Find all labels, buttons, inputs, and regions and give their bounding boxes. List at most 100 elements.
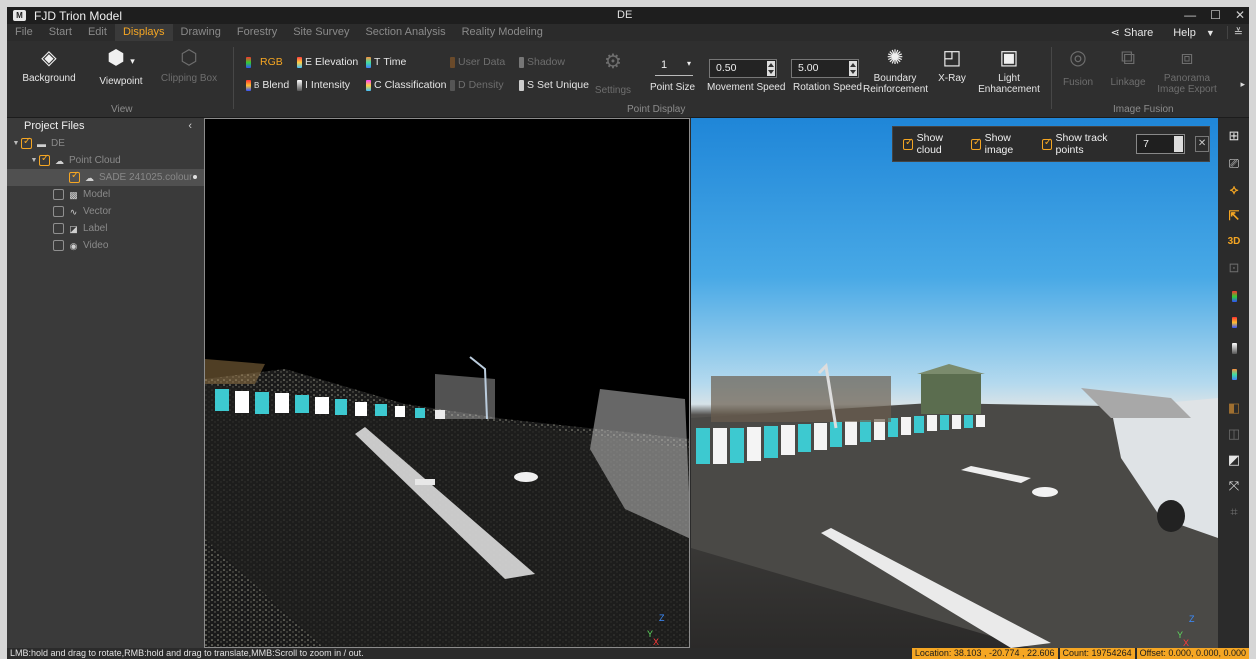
movement-speed-label: Movement Speed — [707, 82, 786, 93]
close-window-button[interactable]: ✕ — [1235, 7, 1245, 24]
menu-displays[interactable]: Displays — [114, 24, 173, 41]
minimize-button[interactable]: — — [1184, 7, 1196, 24]
fusion-button[interactable]: ◎ Fusion — [1059, 47, 1097, 88]
view-3d-button[interactable]: 3D — [1219, 232, 1249, 252]
collapse-panel-icon[interactable]: ‹ — [188, 118, 192, 135]
spin-arrows-icon[interactable] — [849, 61, 857, 76]
share-button[interactable]: ⋖ Share — [1097, 26, 1168, 40]
intensity-bar-icon[interactable] — [1219, 340, 1249, 360]
help-menu[interactable]: Help — [1167, 27, 1202, 39]
xray-button[interactable]: ◰ X-Ray — [933, 47, 971, 84]
checkbox[interactable] — [39, 153, 50, 166]
crop-icon[interactable]: ⌗ — [1219, 502, 1249, 522]
time-icon — [366, 56, 371, 68]
elevation-icon — [297, 56, 302, 68]
user-data-icon — [450, 56, 455, 68]
intensity-button[interactable]: I Intensity — [297, 79, 350, 91]
tree-item-vector[interactable]: ∿ Vector — [7, 203, 204, 220]
panorama-export-button[interactable]: ⧈ Panorama Image Export — [1155, 47, 1219, 95]
box-outline-icon[interactable]: ◫ — [1219, 424, 1249, 444]
show-image-label[interactable]: Show image — [985, 132, 1034, 156]
menu-edit[interactable]: Edit — [80, 24, 115, 41]
menu-section-analysis[interactable]: Section Analysis — [357, 24, 453, 41]
time-button[interactable]: T Time — [366, 56, 406, 68]
rotation-speed-input[interactable]: 5.00 — [791, 59, 859, 78]
box-icon[interactable]: ◧ — [1219, 398, 1249, 418]
image-viewport[interactable]: Show cloud Show image Show track points … — [691, 118, 1218, 648]
tree-item-de[interactable]: ▼ ▬ DE — [7, 135, 204, 152]
shadow-button[interactable]: Shadow — [519, 56, 565, 68]
clipping-box-button[interactable]: ⬡ Clipping Box — [157, 47, 221, 84]
menu-site-survey[interactable]: Site Survey — [285, 24, 357, 41]
show-image-checkbox[interactable] — [970, 137, 981, 150]
rgb-button[interactable]: RGB — [246, 56, 283, 68]
settings-button[interactable]: ⚙ Settings — [593, 51, 633, 96]
checkbox[interactable] — [21, 136, 32, 149]
set-unique-button[interactable]: S Set Unique — [519, 79, 589, 91]
menu-file[interactable]: File — [7, 24, 41, 41]
app-window: M FJD Trion Model DE — ☐ ✕ File Start Ed… — [7, 7, 1249, 659]
boundary-reinforcement-button[interactable]: ✺ Boundary Reinforcement — [863, 47, 928, 95]
cube-icon: ⬢ ▾ — [107, 47, 135, 69]
track-points-spinbox[interactable]: 7 — [1136, 134, 1186, 154]
show-cloud-label[interactable]: Show cloud — [917, 132, 963, 156]
fit-view-icon[interactable]: ⊞ — [1219, 126, 1249, 146]
link-icon[interactable]: ⤧ — [1219, 476, 1249, 496]
blend-button[interactable]: B Blend — [246, 79, 289, 91]
classification-icon — [366, 79, 371, 91]
menu-start[interactable]: Start — [41, 24, 80, 41]
spin-arrows-icon[interactable] — [767, 61, 775, 76]
axis-icon[interactable]: ⇱ — [1219, 206, 1249, 226]
point-size-select[interactable]: 1 ▾ — [655, 59, 693, 76]
checkbox[interactable] — [69, 170, 80, 183]
checkbox[interactable] — [53, 223, 64, 234]
status-dot — [193, 175, 197, 179]
tree-item-video[interactable]: ◉ Video — [7, 237, 204, 254]
ribbon-scroll-right-icon[interactable]: ▸ — [1240, 79, 1245, 90]
expand-arrow-icon[interactable]: ▼ — [11, 140, 21, 147]
rgb-bar-icon[interactable] — [1219, 288, 1249, 308]
checkbox[interactable] — [53, 206, 64, 217]
checkbox[interactable] — [53, 240, 64, 251]
tree-item-label[interactable]: ◪ Label — [7, 220, 204, 237]
video-icon: ◉ — [69, 240, 78, 251]
show-track-points-label[interactable]: Show track points — [1056, 132, 1127, 156]
movement-speed-input[interactable]: 0.50 — [709, 59, 777, 78]
menu-drawing[interactable]: Drawing — [173, 24, 229, 41]
box-select-icon[interactable]: ◩ — [1219, 450, 1249, 470]
classification-button[interactable]: C Classification — [366, 79, 446, 91]
count-readout: Count: 19754264 — [1059, 648, 1135, 659]
lock-icon[interactable]: ⊡ — [1219, 258, 1249, 278]
point-cloud-render — [205, 356, 689, 647]
expand-arrow-icon[interactable]: ▼ — [29, 157, 39, 164]
checkbox[interactable] — [53, 189, 64, 200]
light-enhancement-button[interactable]: ▣ Light Enhancement — [977, 47, 1041, 95]
user-data-button[interactable]: User Data — [450, 56, 505, 68]
elevation-button[interactable]: E Elevation — [297, 56, 358, 68]
help-dropdown-icon[interactable]: ▼ — [1202, 28, 1227, 38]
tree-item-point-cloud[interactable]: ▼ ☁ Point Cloud — [7, 152, 204, 169]
time-bar-icon[interactable] — [1219, 366, 1249, 386]
spin-arrows-icon[interactable] — [1174, 136, 1184, 152]
tree-item-model[interactable]: ▩ Model — [7, 186, 204, 203]
show-cloud-checkbox[interactable] — [903, 137, 913, 150]
background-button[interactable]: ◈ Background — [21, 47, 77, 84]
tree-item-sade-colour[interactable]: ☁ SADE 241025.colour — [7, 169, 204, 186]
status-hint: LMB:hold and drag to rotate,RMB:hold and… — [10, 648, 364, 658]
blend-bar-icon[interactable] — [1219, 314, 1249, 334]
menu-reality-modeling[interactable]: Reality Modeling — [454, 24, 551, 41]
close-options-button[interactable]: ✕ — [1195, 136, 1210, 152]
linkage-button[interactable]: ⧉ Linkage — [1107, 47, 1149, 88]
density-button[interactable]: D Density — [450, 79, 504, 91]
menu-forestry[interactable]: Forestry — [229, 24, 285, 41]
set-unique-icon — [519, 79, 524, 91]
camera-icon[interactable]: ⎚ — [1219, 154, 1249, 174]
show-track-points-checkbox[interactable] — [1041, 137, 1052, 150]
group-divider — [233, 47, 234, 109]
collapse-ribbon-icon[interactable]: ≚ — [1226, 26, 1249, 39]
viewpoint-button[interactable]: ⬢ ▾ Viewpoint — [93, 47, 149, 87]
rgb-icon — [246, 56, 251, 68]
point-cloud-viewport[interactable]: Z Y X — [204, 118, 690, 648]
orbit-icon[interactable]: ⟡ — [1219, 180, 1249, 200]
maximize-button[interactable]: ☐ — [1210, 7, 1221, 24]
